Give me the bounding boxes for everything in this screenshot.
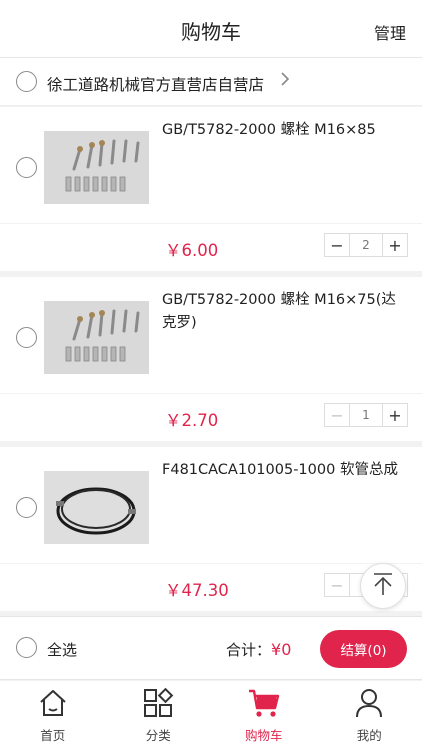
tab-label: 购物车 xyxy=(244,728,283,743)
divider xyxy=(0,563,422,564)
product-price: ￥6.00 xyxy=(165,241,219,260)
product-name[interactable]: F481CACA101005-1000 软管总成 xyxy=(162,459,410,482)
decrease-button[interactable]: − xyxy=(325,234,349,256)
bottom-tab-bar: 首页 分类 购物车 我的 xyxy=(0,681,422,750)
increase-button[interactable]: + xyxy=(383,234,407,256)
product-image[interactable] xyxy=(44,285,149,390)
tab-cart[interactable]: 购物车 xyxy=(211,681,317,750)
tab-home[interactable]: 首页 xyxy=(0,681,106,750)
product-image[interactable] xyxy=(44,115,149,220)
item-select-radio[interactable] xyxy=(16,157,37,178)
product-price: ￥2.70 xyxy=(165,411,219,430)
decrease-button[interactable]: − xyxy=(325,574,349,596)
tab-mine[interactable]: 我的 xyxy=(317,681,422,750)
cart-icon xyxy=(248,689,279,717)
back-to-top-button[interactable] xyxy=(360,563,406,609)
select-all-label[interactable]: 全选 xyxy=(47,639,77,660)
bolts-photo xyxy=(44,301,149,374)
user-icon xyxy=(356,689,383,718)
item-select-radio[interactable] xyxy=(16,497,37,518)
product-name[interactable]: GB/T5782-2000 螺栓 M16×75(达克罗) xyxy=(162,289,410,335)
product-price: ￥47.30 xyxy=(165,581,229,600)
increase-button[interactable]: + xyxy=(383,404,407,426)
item-select-radio[interactable] xyxy=(16,327,37,348)
divider xyxy=(0,223,422,224)
arrow-up-icon xyxy=(372,572,394,600)
product-name[interactable]: GB/T5782-2000 螺栓 M16×85 xyxy=(162,119,410,142)
quantity-value[interactable]: 1 xyxy=(349,404,383,426)
quantity-stepper: − 1 + xyxy=(324,403,408,427)
hose-photo xyxy=(44,471,149,544)
total-summary: 合计：¥0 xyxy=(226,639,291,660)
chevron-right-icon[interactable] xyxy=(280,71,290,92)
select-all-radio[interactable] xyxy=(16,637,37,658)
store-row[interactable]: 徐工道路机械官方直营店自营店 xyxy=(0,58,422,106)
tab-label: 我的 xyxy=(356,728,382,743)
divider xyxy=(0,393,422,394)
category-icon xyxy=(144,687,174,717)
settle-button[interactable]: 结算(0) xyxy=(320,630,407,668)
total-value: ¥0 xyxy=(271,640,292,659)
top-bar: 购物车 管理 xyxy=(0,0,422,58)
cart-item: GB/T5782-2000 螺栓 M16×85 ￥6.00 − 2 + xyxy=(0,107,422,271)
total-label: 合计： xyxy=(226,641,272,659)
tab-category[interactable]: 分类 xyxy=(106,681,212,750)
home-icon xyxy=(40,690,66,716)
decrease-button[interactable]: − xyxy=(325,404,349,426)
product-image[interactable] xyxy=(44,455,149,560)
page-title: 购物车 xyxy=(181,20,241,44)
store-select-radio[interactable] xyxy=(16,71,37,92)
checkout-bar: 全选 合计：¥0 结算(0) xyxy=(0,616,422,680)
store-name[interactable]: 徐工道路机械官方直营店自营店 xyxy=(47,73,264,95)
cart-item: F481CACA101005-1000 软管总成 ￥47.30 − 1 + xyxy=(0,447,422,611)
bolts-photo xyxy=(44,131,149,204)
tab-label: 分类 xyxy=(145,728,171,743)
quantity-value[interactable]: 2 xyxy=(349,234,383,256)
tab-label: 首页 xyxy=(40,728,66,743)
quantity-stepper: − 2 + xyxy=(324,233,408,257)
manage-button[interactable]: 管理 xyxy=(374,20,406,44)
cart-item: GB/T5782-2000 螺栓 M16×75(达克罗) ￥2.70 − 1 + xyxy=(0,277,422,441)
